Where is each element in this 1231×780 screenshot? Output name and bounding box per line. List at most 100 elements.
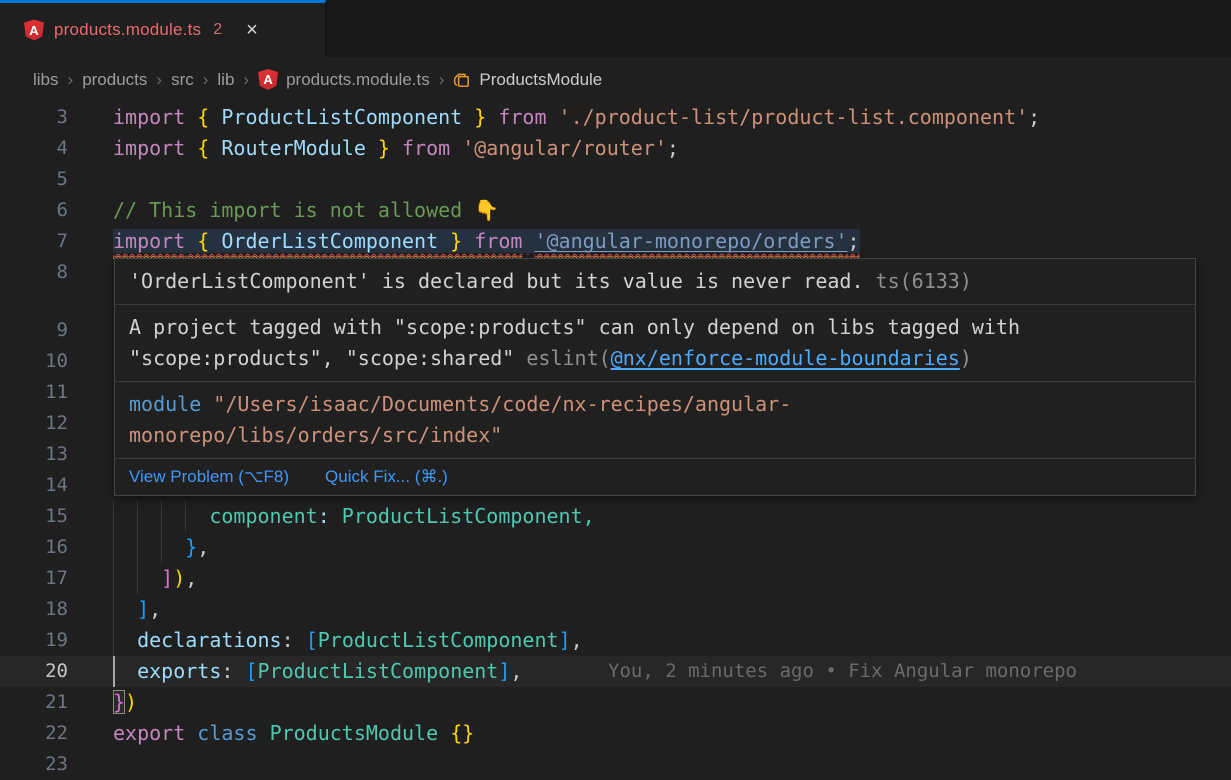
code-text: }) [113,687,137,718]
code-text: ]), [113,563,197,594]
token [113,535,185,559]
token: , [185,566,197,590]
breadcrumb-separator: › [68,70,74,90]
line-number[interactable]: 9 [0,315,68,346]
line-number[interactable]: 14 [0,470,68,501]
token: [ [245,659,257,683]
code-text: export class ProductsModule {} [113,718,474,749]
view-problem-action[interactable]: View Problem (⌥F8) [129,466,289,488]
token: ProductListComponent [318,628,559,652]
line-number[interactable]: 19 [0,625,68,656]
token: : [282,628,306,652]
line-number[interactable]: 20 [0,656,68,687]
token: ProductListComponent [330,504,583,528]
token: } [185,535,197,559]
token: ] [559,628,571,652]
token: ] [498,659,510,683]
code-line-4[interactable]: 4import { RouterModule } from '@angular/… [0,133,1231,164]
code-text: exports: [ProductListComponent], [113,656,522,687]
token [113,566,161,590]
module-keyword: module [129,392,201,416]
token [113,628,137,652]
token: RouterModule [221,136,366,160]
breadcrumb-item-libs[interactable]: libs [33,70,59,90]
token: } [366,136,402,160]
breadcrumb-item-products-module-ts[interactable]: Aproducts.module.ts [258,69,430,90]
token: ] [137,597,149,621]
token: , [583,504,595,528]
code-line-18[interactable]: 18 ], [0,594,1231,625]
code-line-15[interactable]: 15 component: ProductListComponent, [0,501,1231,532]
code-text: ], [113,594,161,625]
token: declarations [137,628,282,652]
line-number[interactable]: 15 [0,501,68,532]
hover-action-bar: View Problem (⌥F8) Quick Fix... (⌘.) [115,459,1195,495]
token: [ [306,628,318,652]
line-number[interactable]: 12 [0,408,68,439]
code-text: import { OrderListComponent } from '@ang… [113,226,860,257]
token: // This import is not allowed [113,198,474,222]
code-line-23[interactable]: 23 [0,749,1231,780]
breadcrumb-item-productsmodule[interactable]: ProductsModule [453,70,602,90]
eslint-rule-link[interactable]: @nx/enforce-module-boundaries [611,346,960,370]
close-icon[interactable]: × [246,20,258,40]
vscode-editor-window: A products.module.ts 2 × libs › products › s… [0,0,1231,780]
token: { [185,229,221,253]
code-line-22[interactable]: 22 export class ProductsModule {} [0,718,1231,749]
line-number[interactable]: 6 [0,195,68,226]
code-line-6[interactable]: 6 // This import is not allowed 👇 [0,195,1231,226]
tab-products-module[interactable]: A products.module.ts 2 × [0,0,326,57]
token: OrderListComponent [221,229,438,253]
breadcrumb-label: ProductsModule [479,70,602,90]
token: exports [137,659,221,683]
token: {} [450,721,474,745]
token: ProductsModule [270,721,439,745]
token: from [498,105,546,129]
code-line-16[interactable]: 16 }, [0,532,1231,563]
line-number[interactable]: 22 [0,718,68,749]
eslint-source-open: eslint( [526,346,610,370]
token: : [221,659,245,683]
ts-error-text: 'OrderListComponent' is declared but its… [129,269,864,293]
code-text: component: ProductListComponent, [113,501,595,532]
line-number[interactable]: 23 [0,749,68,780]
line-number[interactable]: 18 [0,594,68,625]
code-line-17[interactable]: 17 ]), [0,563,1231,594]
code-line-7[interactable]: 7 import { OrderListComponent } from '@an… [0,226,1231,257]
breadcrumb-label: src [171,70,194,90]
breadcrumb-separator: › [439,70,445,90]
code-line-20[interactable]: 20 exports: [ProductListComponent],You, … [0,656,1231,687]
breadcrumb-item-products[interactable]: products [82,70,147,90]
line-number[interactable]: 7 [0,226,68,257]
line-number[interactable]: 21 [0,687,68,718]
line-number[interactable]: 16 [0,532,68,563]
token: 👇 [474,198,499,222]
token: import [113,229,185,253]
code-line-5[interactable]: 5 [0,164,1231,195]
line-number[interactable]: 8 [0,257,68,288]
breadcrumb-item-src[interactable]: src [171,70,194,90]
token: import [113,105,185,129]
token: ; [667,136,679,160]
line-number[interactable]: 3 [0,102,68,133]
line-number[interactable]: 11 [0,377,68,408]
token: ] [161,566,173,590]
line-number[interactable]: 4 [0,133,68,164]
line-number[interactable]: 10 [0,346,68,377]
token: component [209,504,317,528]
breadcrumb-item-lib[interactable]: lib [217,70,234,90]
token: ; [848,229,860,253]
module-path-line1: "/Users/isaac/Documents/code/nx-recipes/… [201,392,791,416]
code-line-3[interactable]: 3import { ProductListComponent } from '.… [0,102,1231,133]
code-line-21[interactable]: 21}) [0,687,1231,718]
token: , [510,659,522,683]
token [522,229,534,253]
line-number[interactable]: 13 [0,439,68,470]
token: , [571,628,583,652]
code-line-19[interactable]: 19 declarations: [ProductListComponent], [0,625,1231,656]
breadcrumb-label: products.module.ts [286,70,430,90]
line-number[interactable]: 17 [0,563,68,594]
token: : [318,504,330,528]
line-number[interactable]: 5 [0,164,68,195]
quick-fix-action[interactable]: Quick Fix... (⌘.) [325,466,448,488]
